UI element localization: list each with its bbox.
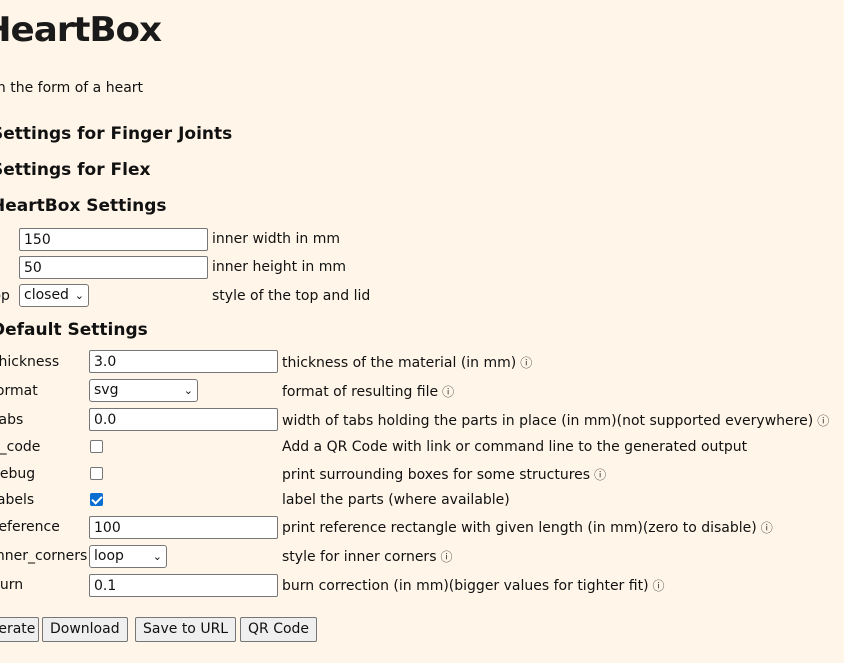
tabs-label: tabs bbox=[0, 412, 24, 428]
section-heartbox[interactable]: HeartBox Settings bbox=[0, 196, 167, 216]
chevron-down-icon: ⌄ bbox=[152, 550, 162, 563]
section-default[interactable]: Default Settings bbox=[0, 320, 148, 340]
inner-corners-select[interactable]: loop ⌄ bbox=[89, 545, 167, 568]
debug-help: print surrounding boxes for some structu… bbox=[282, 467, 607, 483]
qr-code-help: Add a QR Code with link or command line … bbox=[282, 439, 748, 455]
labels-checkbox[interactable] bbox=[90, 493, 103, 506]
labels-label: labels bbox=[0, 492, 35, 508]
info-icon[interactable]: ⓘ bbox=[594, 468, 606, 482]
generator-description: in the form of a heart bbox=[0, 80, 144, 96]
inner-corners-select-value: loop bbox=[94, 548, 124, 564]
h-input[interactable] bbox=[19, 256, 208, 279]
info-icon[interactable]: ⓘ bbox=[653, 579, 665, 593]
format-select[interactable]: svg ⌄ bbox=[89, 379, 198, 402]
qr-code-button[interactable]: QR Code bbox=[240, 617, 318, 642]
format-label: format bbox=[0, 383, 38, 399]
thickness-label: thickness bbox=[0, 354, 60, 370]
inner-corners-label: inner_corners bbox=[0, 548, 88, 564]
tabs-input[interactable] bbox=[89, 408, 278, 431]
x-help: inner width in mm bbox=[212, 231, 340, 247]
section-finger-joints[interactable]: Settings for Finger Joints bbox=[0, 124, 232, 144]
debug-checkbox[interactable] bbox=[90, 467, 103, 480]
reference-label: reference bbox=[0, 519, 60, 535]
chevron-down-icon: ⌄ bbox=[74, 289, 84, 302]
info-icon[interactable]: ⓘ bbox=[441, 550, 453, 564]
generate-button[interactable]: Generate bbox=[0, 617, 39, 642]
debug-label: debug bbox=[0, 466, 36, 482]
qr-code-label: qr_code bbox=[0, 439, 41, 455]
info-icon[interactable]: ⓘ bbox=[442, 385, 454, 399]
x-input[interactable] bbox=[19, 228, 208, 251]
h-help: inner height in mm bbox=[212, 259, 347, 275]
reference-help: print reference rectangle with given len… bbox=[282, 520, 773, 536]
burn-label: burn bbox=[0, 577, 24, 593]
thickness-help: thickness of the material (in mm) ⓘ bbox=[282, 355, 533, 371]
tabs-help: width of tabs holding the parts in place… bbox=[282, 413, 830, 429]
labels-help: label the parts (where available) bbox=[282, 492, 510, 508]
info-icon[interactable]: ⓘ bbox=[817, 414, 829, 428]
chevron-down-icon: ⌄ bbox=[183, 384, 193, 397]
app-logo: HeartBox bbox=[0, 10, 162, 50]
reference-input[interactable] bbox=[89, 516, 278, 539]
thickness-input[interactable] bbox=[89, 350, 278, 373]
burn-help: burn correction (in mm)(bigger values fo… bbox=[282, 578, 665, 594]
top-select[interactable]: closed ⌄ bbox=[19, 284, 89, 307]
inner-corners-help: style for inner corners ⓘ bbox=[282, 549, 453, 565]
info-icon[interactable]: ⓘ bbox=[520, 356, 532, 370]
top-label: top bbox=[0, 288, 10, 304]
top-help: style of the top and lid bbox=[212, 288, 371, 304]
section-flex[interactable]: Settings for Flex bbox=[0, 160, 150, 180]
format-help: format of resulting file ⓘ bbox=[282, 384, 455, 400]
format-select-value: svg bbox=[94, 382, 119, 398]
save-to-url-button[interactable]: Save to URL bbox=[135, 617, 237, 642]
qr-code-checkbox[interactable] bbox=[90, 440, 103, 453]
info-icon[interactable]: ⓘ bbox=[761, 521, 773, 535]
top-select-value: closed bbox=[24, 287, 69, 303]
burn-input[interactable] bbox=[89, 574, 278, 597]
page: HeartBox in the form of a heart Settings… bbox=[0, 0, 844, 663]
download-button[interactable]: Download bbox=[42, 617, 128, 642]
